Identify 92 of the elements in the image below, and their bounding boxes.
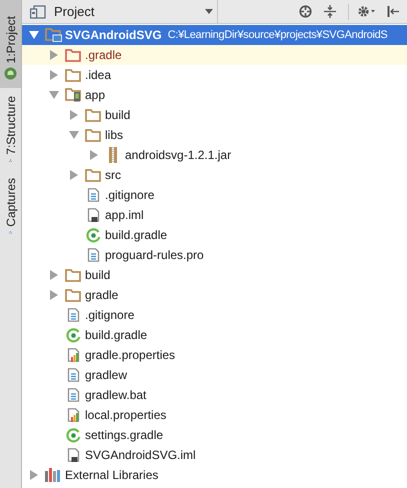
expand-arrow-icon[interactable]: [50, 50, 58, 60]
tree-row[interactable]: local.properties: [22, 405, 407, 425]
folder-icon: [65, 68, 81, 82]
hide-panel-icon[interactable]: [387, 5, 399, 18]
node-name: src: [105, 167, 121, 184]
tool-window-tab[interactable]: 7:Structure: [0, 88, 21, 170]
node-name: SVGAndroidSVG.iml: [85, 447, 196, 464]
tree-row[interactable]: gradlew.bat: [22, 385, 407, 405]
tree-row[interactable]: SVGAndroidSVG.iml: [22, 445, 407, 465]
collapse-all-icon[interactable]: [324, 5, 336, 18]
text-file-icon: [86, 188, 100, 202]
android-icon: [4, 67, 17, 80]
expand-arrow-icon[interactable]: [50, 70, 58, 80]
expand-arrow-icon[interactable]: [30, 470, 38, 480]
collapse-arrow-icon[interactable]: [49, 91, 59, 99]
gradle-file-icon: [66, 428, 80, 442]
text-file-icon: [66, 308, 80, 322]
text-file-icon: [66, 388, 80, 402]
node-name: androidsvg-1.2.1.jar: [125, 147, 232, 164]
tree-row[interactable]: proguard-rules.pro: [22, 245, 407, 265]
tree-row[interactable]: SVGAndroidSVG C:¥LearningDir¥source¥projects¥SVGAndroidS: [22, 25, 407, 45]
node-name: gradlew.bat: [85, 387, 146, 404]
node-name: .gitignore: [105, 187, 154, 204]
properties-file-icon: [66, 348, 80, 362]
folder-icon: [85, 108, 101, 122]
tree-row[interactable]: gradlew: [22, 365, 407, 385]
file-icon: [66, 448, 80, 462]
tree-row[interactable]: app: [22, 85, 407, 105]
view-dropdown[interactable]: Project: [22, 0, 218, 24]
expand-arrow-icon[interactable]: [50, 270, 58, 280]
text-file-icon: [66, 368, 80, 382]
tree-row[interactable]: External Libraries: [22, 465, 407, 485]
node-name: gradle: [85, 287, 118, 304]
text-file-icon: [86, 248, 100, 262]
target-icon[interactable]: [299, 5, 312, 18]
node-name: libs: [105, 127, 124, 144]
tree-row[interactable]: .gradle: [22, 45, 407, 65]
tool-window-tab[interactable]: Captures: [0, 170, 21, 242]
folder-icon: [85, 168, 101, 182]
node-path: C:¥LearningDir¥source¥projects¥SVGAndroidS: [168, 28, 388, 43]
expand-arrow-icon[interactable]: [70, 170, 78, 180]
tree-row[interactable]: build.gradle: [22, 325, 407, 345]
tree-row[interactable]: libs: [22, 125, 407, 145]
node-name: .gitignore: [85, 307, 134, 324]
tool-window-tab[interactable]: 1:Project: [0, 0, 21, 88]
expand-arrow-icon[interactable]: [90, 150, 98, 160]
node-name: gradlew: [85, 367, 128, 384]
node-name: build: [85, 267, 110, 284]
node-name: settings.gradle: [85, 427, 164, 444]
libraries-icon: [45, 468, 61, 482]
jar-icon: [108, 147, 118, 163]
tree-row[interactable]: .idea: [22, 65, 407, 85]
node-name: app.iml: [105, 207, 144, 224]
tree-row[interactable]: src: [22, 165, 407, 185]
tree-row[interactable]: .gitignore: [22, 185, 407, 205]
project-folder-icon: [44, 28, 62, 42]
node-name: .idea: [85, 67, 112, 84]
project-view-icon: [30, 4, 46, 18]
properties-file-icon: [66, 408, 80, 422]
folder-icon: [65, 268, 81, 282]
node-name: build.gradle: [85, 327, 148, 344]
node-name: build.gradle: [105, 227, 168, 244]
tree-row[interactable]: gradle: [22, 285, 407, 305]
node-name: proguard-rules.pro: [105, 247, 204, 264]
caret-icon: [205, 9, 213, 14]
tree-row[interactable]: app.iml: [22, 205, 407, 225]
tree-row[interactable]: build: [22, 105, 407, 125]
expand-arrow-icon[interactable]: [50, 290, 58, 300]
tree-row[interactable]: settings.gradle: [22, 425, 407, 445]
module-folder-icon: [64, 88, 82, 102]
tree-row[interactable]: .gitignore: [22, 305, 407, 325]
tree-row[interactable]: gradle.properties: [22, 345, 407, 365]
node-name: External Libraries: [65, 467, 158, 484]
node-name: .gradle: [85, 47, 122, 64]
node-name: build: [105, 107, 130, 124]
file-icon: [86, 208, 100, 222]
collapse-arrow-icon[interactable]: [69, 131, 79, 139]
gradle-file-icon: [66, 328, 80, 342]
folder-icon: [65, 288, 81, 302]
folder-icon: [65, 48, 81, 62]
gradle-file-icon: [86, 228, 100, 242]
node-name: gradle.properties: [85, 347, 176, 364]
expand-arrow-icon[interactable]: [70, 110, 78, 120]
collapse-arrow-icon[interactable]: [29, 31, 39, 39]
node-name: app: [85, 87, 106, 104]
folder-icon: [85, 128, 101, 142]
node-name: SVGAndroidSVG: [65, 27, 162, 44]
tree-row[interactable]: androidsvg-1.2.1.jar: [22, 145, 407, 165]
settings-icon[interactable]: [357, 5, 375, 18]
tree-row[interactable]: build: [22, 265, 407, 285]
tree-row[interactable]: build.gradle: [22, 225, 407, 245]
node-name: local.properties: [85, 407, 166, 424]
